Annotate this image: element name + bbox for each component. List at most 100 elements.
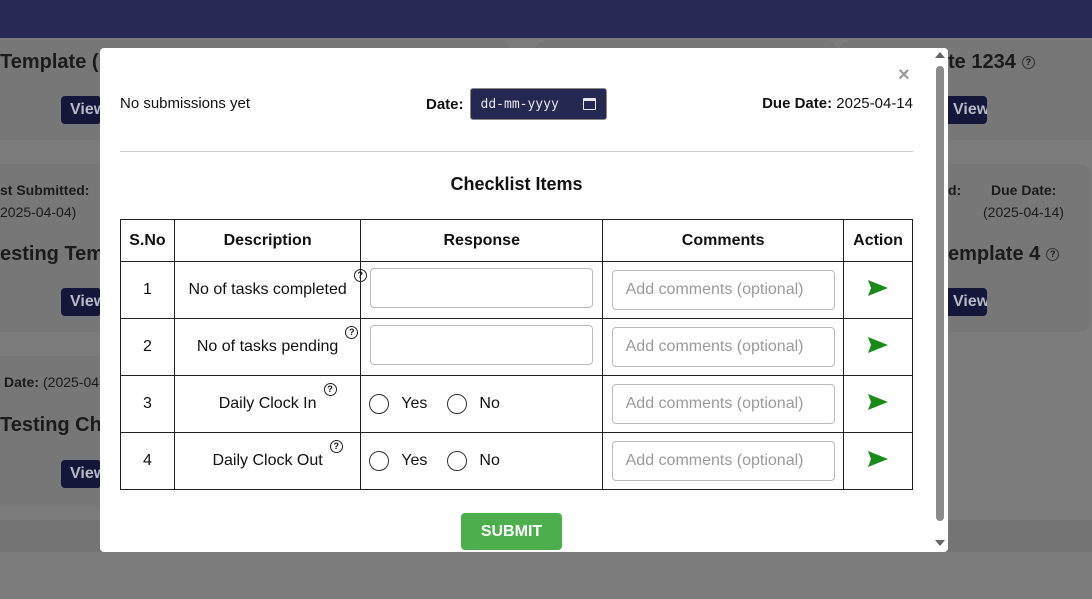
due-date-label: Due Date: — [762, 95, 833, 112]
due-date-value: 2025-04-14 — [836, 95, 913, 112]
help-icon: ? — [1046, 248, 1060, 262]
item-description: No of tasks pending — [196, 338, 339, 355]
yes-no-radio-group: Yes No — [361, 394, 602, 414]
action-cell — [843, 375, 913, 433]
view-button[interactable]: View — [61, 460, 101, 488]
column-header-sno: S.No — [120, 219, 175, 262]
card-label: d: — [948, 182, 962, 198]
due-date-label: Due Date: — [991, 182, 1057, 198]
send-icon[interactable] — [867, 393, 889, 411]
help-icon[interactable]: ? — [353, 269, 367, 282]
response-input[interactable] — [370, 267, 594, 308]
date-field-group: Date: dd-mm-yyyy — [426, 88, 607, 120]
help-icon[interactable]: ? — [329, 440, 343, 453]
comments-cell: Add comments (optional) — [602, 318, 845, 376]
radio-yes-label: Yes — [401, 452, 428, 469]
table-row: 1 No of tasks completed ? Add comments (… — [120, 261, 913, 319]
column-header-response: Response — [360, 219, 604, 262]
table-row: 3 Daily Clock In ? Yes No Add comments (… — [120, 375, 913, 433]
view-button[interactable]: View — [61, 96, 101, 124]
due-date-value: (2025-04-14) — [983, 204, 1064, 220]
item-description: No of tasks completed — [188, 281, 347, 298]
table-row: 2 No of tasks pending ? Add comments (op… — [120, 318, 913, 376]
view-button[interactable]: View — [944, 96, 987, 124]
description-cell: No of tasks completed ? — [173, 261, 367, 319]
column-header-comments: Comments — [602, 219, 845, 262]
due-date-label: Date: — [4, 374, 40, 390]
response-cell — [360, 261, 604, 319]
close-icon[interactable]: × — [898, 64, 910, 87]
description-wrapper: Daily Clock In ? — [219, 383, 337, 413]
last-submitted-value: 2025-04-04) — [0, 204, 77, 220]
row-number: 4 — [120, 432, 175, 490]
comment-input[interactable]: Add comments (optional) — [611, 327, 835, 367]
view-button[interactable]: View — [61, 288, 101, 316]
table-header-row: S.No Description Response Comments Actio… — [120, 219, 913, 262]
card-title: Template ( — [0, 51, 99, 73]
modal-scrollbar[interactable] — [935, 52, 948, 548]
scroll-up-arrow-icon[interactable] — [935, 52, 945, 58]
column-header-action: Action — [843, 219, 913, 262]
comments-cell: Add comments (optional) — [602, 432, 845, 490]
action-cell — [843, 261, 913, 319]
comment-input[interactable]: Add comments (optional) — [611, 441, 835, 481]
radio-no-label: No — [479, 452, 500, 469]
divider — [120, 151, 913, 152]
response-cell: Yes No — [360, 432, 604, 490]
description-cell: Daily Clock In ? — [173, 375, 362, 433]
send-icon[interactable] — [867, 279, 889, 297]
send-icon[interactable] — [867, 450, 889, 468]
help-icon[interactable]: ? — [345, 326, 359, 339]
description-wrapper: No of tasks completed ? — [188, 269, 367, 299]
scroll-down-arrow-icon[interactable] — [935, 540, 945, 546]
action-cell — [843, 432, 913, 490]
row-number: 1 — [120, 261, 175, 319]
comment-input[interactable]: Add comments (optional) — [611, 384, 835, 424]
comments-cell: Add comments (optional) — [602, 375, 845, 433]
last-submitted-label: st Submitted: — [0, 182, 90, 198]
response-cell: Yes No — [360, 375, 604, 433]
card-title: emplate 4? — [948, 243, 1060, 266]
card-title: te 1234? — [948, 51, 1035, 74]
date-input[interactable]: dd-mm-yyyy — [469, 88, 607, 120]
radio-no[interactable] — [447, 394, 468, 414]
description-wrapper: Daily Clock Out ? — [212, 440, 343, 470]
submission-status: No submissions yet — [120, 95, 251, 112]
radio-no-label: No — [479, 395, 500, 412]
row-number: 3 — [120, 375, 175, 433]
description-cell: No of tasks pending ? — [173, 318, 362, 376]
comments-cell: Add comments (optional) — [602, 261, 845, 319]
date-placeholder: dd-mm-yyyy — [480, 96, 559, 112]
submit-button[interactable]: SUBMIT — [461, 513, 562, 550]
section-title: Checklist Items — [450, 174, 583, 194]
due-date: Due Date: 2025-04-14 — [762, 95, 913, 112]
column-header-description: Description — [173, 219, 362, 262]
action-cell — [843, 318, 913, 376]
view-button[interactable]: View — [944, 288, 987, 316]
scroll-thumb[interactable] — [936, 66, 944, 521]
top-navbar — [0, 0, 1092, 38]
radio-yes[interactable] — [369, 451, 390, 471]
description-wrapper: No of tasks pending ? — [196, 326, 359, 356]
radio-yes[interactable] — [369, 394, 390, 414]
send-icon[interactable] — [867, 336, 889, 354]
table-row: 4 Daily Clock Out ? Yes No Add comments … — [120, 432, 913, 490]
help-icon: ? — [1021, 56, 1035, 70]
response-input[interactable] — [370, 324, 594, 365]
help-icon[interactable]: ? — [323, 383, 337, 396]
row-number: 2 — [120, 318, 175, 376]
card-title: esting Tem — [0, 243, 105, 265]
checklist-modal: × No submissions yet Date: dd-mm-yyyy Du… — [100, 48, 948, 552]
radio-no[interactable] — [447, 451, 468, 471]
checklist-table: S.No Description Response Comments Actio… — [120, 219, 913, 490]
comment-input[interactable]: Add comments (optional) — [611, 270, 835, 310]
date-label: Date: — [426, 95, 464, 113]
item-description: Daily Clock Out — [212, 452, 323, 469]
due-date-value: (2025-04 — [43, 374, 100, 390]
calendar-icon[interactable] — [582, 98, 596, 110]
yes-no-radio-group: Yes No — [361, 451, 602, 471]
radio-yes-label: Yes — [401, 395, 428, 412]
description-cell: Daily Clock Out ? — [173, 432, 362, 490]
response-cell — [360, 318, 604, 376]
card-title: Testing Ch — [0, 414, 102, 436]
